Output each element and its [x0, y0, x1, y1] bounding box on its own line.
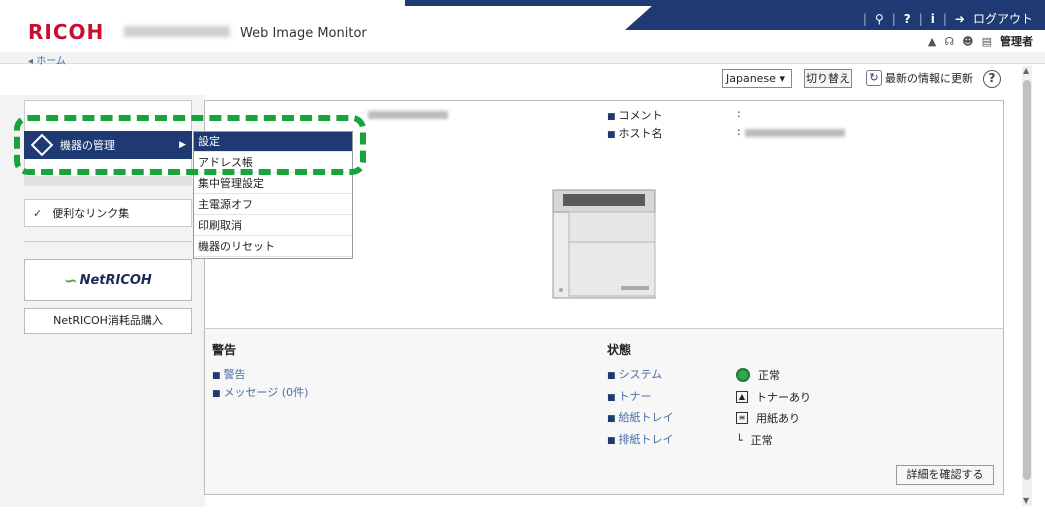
- status-toner-value: ▲ トナーあり: [736, 389, 811, 405]
- top-toolbar: | ⚲ | ? | i | ➜ ログアウト: [862, 10, 1033, 27]
- logout-link[interactable]: ログアウト: [973, 10, 1033, 27]
- netricoh-logo: NetRICOH: [79, 272, 152, 288]
- model-name-blurred: [124, 26, 230, 37]
- submenu-item-power-off[interactable]: 主電源オフ: [194, 194, 352, 215]
- switch-button[interactable]: 切り替え: [804, 69, 852, 88]
- paper-icon: ≡: [736, 412, 748, 424]
- help-icon[interactable]: ?: [904, 12, 911, 26]
- user-icon[interactable]: ☻: [962, 35, 973, 48]
- alerts-title: 警告: [212, 343, 237, 357]
- alert-link[interactable]: ■ 警告: [212, 366, 246, 382]
- submenu-item-reset[interactable]: 機器のリセット: [194, 236, 352, 257]
- toner-icon: ▲: [736, 391, 748, 403]
- refresh-button[interactable]: ↻ 最新の情報に更新: [866, 70, 973, 86]
- submenu-item-central-management[interactable]: 集中管理設定: [194, 173, 352, 194]
- comment-label: ■ コメント: [607, 109, 663, 122]
- ok-icon: [736, 368, 750, 382]
- breadcrumb-bar: [0, 52, 1045, 64]
- view-details-button[interactable]: 詳細を確認する: [896, 465, 994, 485]
- header: RICOH Web Image Monitor | ⚲ | ? | i | ➜ …: [0, 0, 1045, 52]
- secondary-toolbar: ▲ ☊ ☻ ▤ 管理者: [928, 33, 1033, 49]
- chevron-down-icon: ▾: [779, 72, 785, 85]
- scroll-up-icon[interactable]: ▲: [1023, 66, 1029, 75]
- network-icon[interactable]: ☊: [944, 35, 954, 48]
- highlight-frame: [14, 115, 366, 175]
- status-title: 状態: [607, 343, 632, 357]
- logout-icon[interactable]: ➜: [955, 12, 965, 26]
- breadcrumb-home[interactable]: ホーム: [36, 56, 66, 67]
- device-name-blurred: [368, 111, 448, 119]
- useful-links-item[interactable]: ✓ 便利なリンク集: [24, 199, 192, 227]
- list-icon[interactable]: ▤: [982, 35, 992, 48]
- status-system-link[interactable]: ■ システム: [607, 366, 662, 382]
- sidebar-divider: [24, 241, 192, 242]
- refresh-label: 最新の情報に更新: [885, 72, 973, 85]
- menu-strip: [24, 176, 192, 186]
- host-colon: :: [737, 125, 741, 138]
- status-system-value: 正常: [736, 367, 780, 383]
- language-select[interactable]: Japanese ▾: [722, 69, 792, 88]
- submenu-item-cancel-print[interactable]: 印刷取消: [194, 215, 352, 236]
- useful-links-label: 便利なリンク集: [52, 207, 130, 220]
- search-icon[interactable]: ⚲: [875, 12, 884, 26]
- page-help-icon[interactable]: ?: [983, 70, 1001, 88]
- status-output-tray-link[interactable]: ■ 排紙トレイ: [607, 431, 674, 447]
- messages-link[interactable]: ■ メッセージ (0件): [212, 384, 308, 400]
- netricoh-swoosh-icon: ∽: [64, 270, 78, 290]
- status-toner-link[interactable]: ■ トナー: [607, 388, 652, 404]
- status-input-tray-link[interactable]: ■ 給紙トレイ: [607, 409, 674, 425]
- scroll-down-icon[interactable]: ▼: [1023, 496, 1029, 505]
- app-title: Web Image Monitor: [240, 26, 367, 41]
- refresh-icon: ↻: [866, 70, 882, 86]
- breadcrumb[interactable]: ◂ ホーム: [28, 52, 66, 67]
- printer-image: [552, 189, 656, 299]
- status-input-tray-value: ≡ 用紙あり: [736, 410, 800, 426]
- netricoh-banner[interactable]: ∽ NetRICOH: [24, 259, 192, 301]
- status-output-tray-value: └ 正常: [736, 433, 773, 448]
- host-label: ■ ホスト名: [607, 127, 663, 140]
- info-icon[interactable]: i: [931, 12, 935, 26]
- status-area: [205, 329, 1003, 494]
- output-tray-icon: └: [736, 433, 743, 447]
- brand-logo: RICOH: [28, 20, 105, 44]
- admin-label: 管理者: [1000, 35, 1033, 48]
- lock-icon[interactable]: ▲: [928, 35, 936, 48]
- link-arrow-icon: ✓: [33, 206, 43, 220]
- netricoh-purchase-button[interactable]: NetRICOH消耗品購入: [24, 308, 192, 334]
- comment-colon: :: [737, 107, 741, 120]
- host-value-blurred: [745, 129, 845, 137]
- scrollbar-thumb[interactable]: [1023, 80, 1031, 480]
